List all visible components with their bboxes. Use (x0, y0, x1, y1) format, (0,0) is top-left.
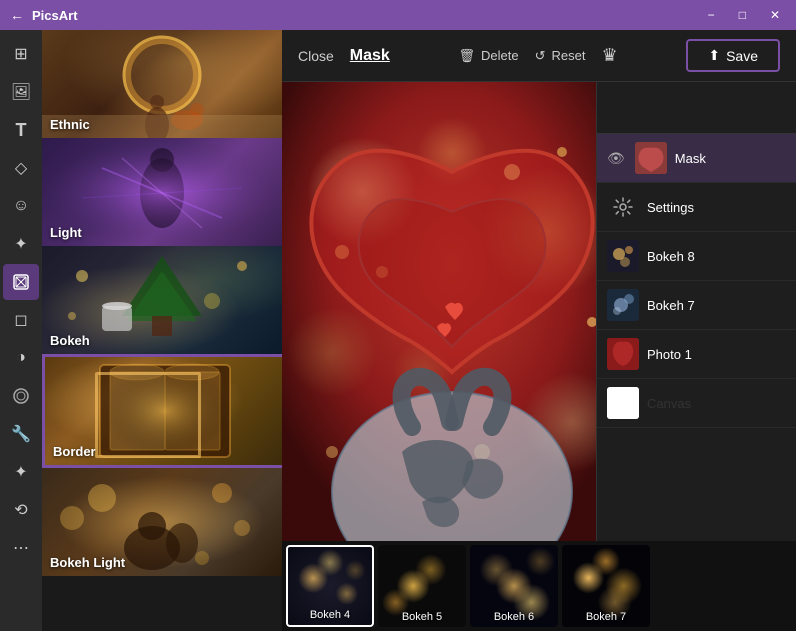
layer-photo1-name: Photo 1 (647, 347, 692, 362)
reset-icon: ↺ (535, 48, 546, 64)
layer-bokeh8[interactable]: Bokeh 8 (597, 232, 796, 281)
app-body: ⊞ 🖼 T ◇ ☺ ✦ ◻ ◑ 🔧 ✦ ⟲ ⋯ (0, 30, 796, 631)
toolbar-magic-btn[interactable]: ✦ (3, 454, 39, 490)
eye-icon[interactable]: 👁 (607, 150, 625, 167)
toolbar-color-btn[interactable] (3, 378, 39, 414)
category-border-label: Border (53, 444, 96, 459)
category-ethnic[interactable]: Ethnic (42, 30, 282, 138)
film-bokeh5[interactable]: Bokeh 5 (378, 545, 466, 627)
toolbar-erase-btn[interactable]: ◻ (3, 302, 39, 338)
back-button[interactable]: ← (10, 7, 24, 23)
layer-settings[interactable]: Settings (597, 183, 796, 232)
toolbar-extra-btn[interactable]: ⋯ (3, 530, 39, 566)
layer-mask-name: Mask (675, 151, 706, 166)
film-bokeh5-label: Bokeh 5 (378, 611, 466, 623)
layer-thumb-bokeh7 (607, 289, 639, 321)
film-bokeh4[interactable]: Bokeh 4 (286, 545, 374, 627)
toolbar-effects-btn[interactable]: ✦ (3, 226, 39, 262)
category-bokehlight-label: Bokeh Light (50, 555, 125, 570)
toolbar-photo-btn[interactable]: 🖼 (3, 74, 39, 110)
film-bokeh6[interactable]: Bokeh 6 (470, 545, 558, 627)
minimize-button[interactable]: − (702, 6, 721, 24)
toolbar-tools-btn[interactable]: 🔧 (3, 416, 39, 452)
crown-icon: ♛ (602, 45, 618, 66)
film-bokeh7-label: Bokeh 7 (562, 611, 650, 623)
canvas-image (282, 82, 596, 541)
layer-mask[interactable]: 👁 Mask (597, 134, 796, 183)
layer-thumb-mask (635, 142, 667, 174)
left-toolbar: ⊞ 🖼 T ◇ ☺ ✦ ◻ ◑ 🔧 ✦ ⟲ ⋯ (0, 30, 42, 631)
delete-icon: 🗑 (459, 48, 476, 64)
title-bar: ← PicsArt − □ ✕ (0, 0, 796, 30)
delete-action[interactable]: 🗑 Delete (459, 48, 519, 64)
film-bokeh4-label: Bokeh 4 (288, 609, 372, 621)
layer-thumb-bokeh8 (607, 240, 639, 272)
close-editor-button[interactable]: Close (298, 48, 334, 64)
canvas-area (282, 82, 596, 541)
categories-panel: Ethnic (42, 30, 282, 631)
reset-action[interactable]: ↺ Reset (535, 48, 586, 64)
right-panel: 👁 Mask (596, 82, 796, 541)
export-icon: ⬆ (708, 47, 720, 64)
layer-bokeh8-name: Bokeh 8 (647, 249, 695, 264)
toolbar-adjust-btn[interactable]: ◑ (3, 340, 39, 376)
toolbar-shape-btn[interactable]: ◇ (3, 150, 39, 186)
layer-thumb-photo1 (607, 338, 639, 370)
filmstrip: Bokeh 4 Bokeh 5 Bokeh 6 Bokeh 7 (282, 541, 796, 631)
layer-bokeh7[interactable]: Bokeh 7 (597, 281, 796, 330)
app-title: PicsArt (32, 8, 78, 23)
toolbar-text-btn[interactable]: T (3, 112, 39, 148)
category-bokehlight[interactable]: Bokeh Light (42, 468, 282, 576)
category-light-label: Light (50, 225, 82, 240)
category-light[interactable]: Light (42, 138, 282, 246)
mask-title[interactable]: Mask (350, 47, 390, 65)
category-bokeh[interactable]: Bokeh (42, 246, 282, 354)
close-window-button[interactable]: ✕ (764, 6, 786, 24)
toolbar-transform-btn[interactable]: ⟲ (3, 492, 39, 528)
category-border[interactable]: Border (42, 354, 282, 468)
layer-photo1[interactable]: Photo 1 (597, 330, 796, 379)
save-button[interactable]: ⬆ Save (686, 39, 780, 72)
film-bokeh7[interactable]: Bokeh 7 (562, 545, 650, 627)
maximize-button[interactable]: □ (733, 6, 752, 24)
category-ethnic-label: Ethnic (50, 117, 90, 132)
toolbar-grid-btn[interactable]: ⊞ (3, 36, 39, 72)
settings-icon (607, 191, 639, 223)
layer-settings-name: Settings (647, 200, 694, 215)
film-bokeh6-label: Bokeh 6 (470, 611, 558, 623)
layer-canvas[interactable]: Canvas (597, 379, 796, 428)
toolbar-draw-btn[interactable] (3, 264, 39, 300)
toolbar-sticker-btn[interactable]: ☺ (3, 188, 39, 224)
window-controls: − □ ✕ (702, 6, 786, 24)
category-bokeh-label: Bokeh (50, 333, 90, 348)
layer-canvas-name: Canvas (647, 396, 691, 411)
layer-bokeh7-name: Bokeh 7 (647, 298, 695, 313)
top-toolbar: Close Mask 🗑 Delete ↺ Reset ♛ ⬆ Save (282, 30, 796, 82)
layer-thumb-canvas (607, 387, 639, 419)
